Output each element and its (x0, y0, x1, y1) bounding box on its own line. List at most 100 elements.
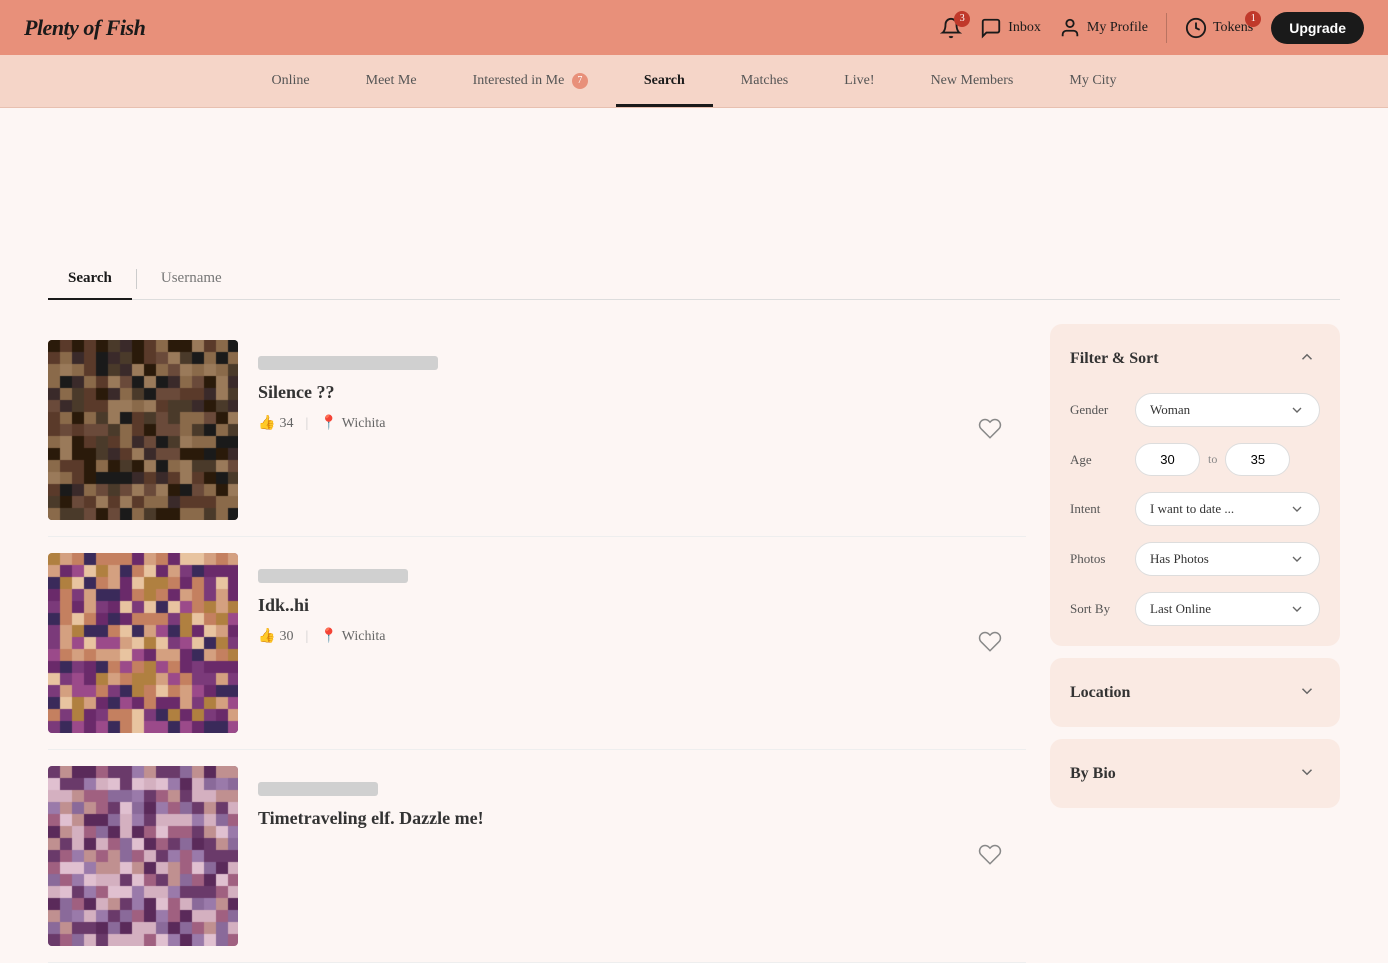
nav-item-live[interactable]: Live! (816, 55, 902, 107)
profile-label: My Profile (1087, 20, 1148, 36)
inbox-icon (980, 17, 1002, 39)
age-meta: 👍 34 (258, 415, 293, 432)
chevron-down-icon (1289, 551, 1305, 567)
profile-photo (48, 766, 238, 946)
inbox-button[interactable]: Inbox (980, 17, 1041, 39)
interested-badge: 7 (572, 73, 588, 89)
chevron-down-icon (1289, 402, 1305, 418)
sort-value: Last Online (1150, 601, 1211, 617)
header: Plenty of Fish 3 Inbox My Profile (0, 0, 1388, 55)
profile-card[interactable]: Silence ?? 👍 34 | 📍 Wichita (48, 324, 1026, 537)
profile-name: Silence ?? (258, 382, 1006, 403)
profile-name: Idk..hi (258, 595, 1006, 616)
logo: Plenty of Fish (24, 15, 145, 41)
pin-icon: 📍 (320, 628, 337, 645)
username-bar (258, 356, 438, 370)
chevron-down-icon (1289, 601, 1305, 617)
hero-banner (0, 108, 1388, 258)
filter-collapse-button[interactable] (1294, 344, 1320, 373)
main-content: Search Username Silence ?? 👍 (24, 258, 1364, 963)
bio-expand-button[interactable] (1294, 759, 1320, 788)
profile-photo (48, 340, 238, 520)
bio-panel: By Bio (1050, 739, 1340, 808)
heart-icon (978, 843, 1002, 867)
like-button[interactable] (970, 622, 1010, 665)
location-meta: 📍 Wichita (320, 415, 385, 432)
location-expand-button[interactable] (1294, 678, 1320, 707)
gender-value: Woman (1150, 402, 1190, 418)
nav-item-interested[interactable]: Interested in Me 7 (445, 55, 616, 107)
nav-item-my-city[interactable]: My City (1041, 55, 1144, 107)
profile-meta: 👍 34 | 📍 Wichita (258, 415, 1006, 432)
filter-sort-panel: Filter & Sort Gender Woman (1050, 324, 1340, 646)
profile-card[interactable]: Timetraveling elf. Dazzle me! (48, 750, 1026, 963)
location-header: Location (1070, 678, 1320, 707)
intent-value: I want to date ... (1150, 501, 1234, 517)
intent-filter-row: Intent I want to date ... (1070, 492, 1320, 526)
location-meta: 📍 Wichita (320, 628, 385, 645)
photos-label: Photos (1070, 551, 1125, 567)
inbox-label: Inbox (1008, 20, 1041, 36)
tokens-icon (1185, 17, 1207, 39)
profile-card[interactable]: Idk..hi 👍 30 | 📍 Wichita (48, 537, 1026, 750)
header-right: 3 Inbox My Profile Tokens 1 (940, 12, 1364, 44)
like-button[interactable] (970, 409, 1010, 452)
search-tabs: Search Username (48, 258, 1340, 300)
intent-select[interactable]: I want to date ... (1135, 492, 1320, 526)
notifications-button[interactable]: 3 (940, 17, 962, 39)
sort-select[interactable]: Last Online (1135, 592, 1320, 626)
tokens-badge: 1 (1245, 11, 1261, 27)
results-list: Silence ?? 👍 34 | 📍 Wichita (48, 324, 1026, 963)
profile-info: Silence ?? 👍 34 | 📍 Wichita (238, 340, 1026, 448)
tab-divider (136, 269, 137, 289)
thumb-icon: 👍 (258, 628, 275, 645)
age-to-input[interactable] (1225, 443, 1290, 476)
sort-label: Sort By (1070, 601, 1125, 617)
gender-select[interactable]: Woman (1135, 393, 1320, 427)
username-bar (258, 782, 378, 796)
intent-label: Intent (1070, 501, 1125, 517)
heart-icon (978, 417, 1002, 441)
profile-meta: 👍 30 | 📍 Wichita (258, 628, 1006, 645)
age-meta: 👍 30 (258, 628, 293, 645)
sort-filter-row: Sort By Last Online (1070, 592, 1320, 626)
filter-sidebar: Filter & Sort Gender Woman (1050, 324, 1340, 963)
content-layout: Silence ?? 👍 34 | 📍 Wichita (48, 324, 1340, 963)
profile-photo (48, 553, 238, 733)
location-title: Location (1070, 684, 1130, 702)
age-from-input[interactable] (1135, 443, 1200, 476)
bio-title: By Bio (1070, 765, 1116, 783)
nav-item-new-members[interactable]: New Members (903, 55, 1042, 107)
age-label: Age (1070, 452, 1125, 468)
chevron-down-icon (1289, 501, 1305, 517)
nav-item-online[interactable]: Online (244, 55, 338, 107)
profile-icon (1059, 17, 1081, 39)
like-button[interactable] (970, 835, 1010, 878)
location-panel: Location (1050, 658, 1340, 727)
photos-value: Has Photos (1150, 551, 1209, 567)
thumb-icon: 👍 (258, 415, 275, 432)
chevron-down-icon (1298, 763, 1316, 781)
profile-name: Timetraveling elf. Dazzle me! (258, 808, 1006, 829)
nav-item-search[interactable]: Search (616, 55, 713, 107)
tab-search[interactable]: Search (48, 258, 132, 299)
header-divider (1166, 13, 1167, 43)
tokens-button[interactable]: Tokens 1 (1185, 17, 1253, 39)
main-nav: Online Meet Me Interested in Me 7 Search… (0, 55, 1388, 108)
profile-info: Timetraveling elf. Dazzle me! (238, 766, 1026, 857)
profile-info: Idk..hi 👍 30 | 📍 Wichita (238, 553, 1026, 661)
username-bar (258, 569, 408, 583)
heart-icon (978, 630, 1002, 654)
gender-label: Gender (1070, 402, 1125, 418)
chevron-up-icon (1298, 348, 1316, 366)
age-to-label: to (1208, 452, 1217, 467)
photos-select[interactable]: Has Photos (1135, 542, 1320, 576)
gender-filter-row: Gender Woman (1070, 393, 1320, 427)
nav-item-meet-me[interactable]: Meet Me (338, 55, 445, 107)
filter-title: Filter & Sort (1070, 350, 1159, 368)
tab-username[interactable]: Username (141, 258, 242, 299)
bio-header: By Bio (1070, 759, 1320, 788)
nav-item-matches[interactable]: Matches (713, 55, 816, 107)
my-profile-button[interactable]: My Profile (1059, 17, 1148, 39)
upgrade-button[interactable]: Upgrade (1271, 12, 1364, 44)
